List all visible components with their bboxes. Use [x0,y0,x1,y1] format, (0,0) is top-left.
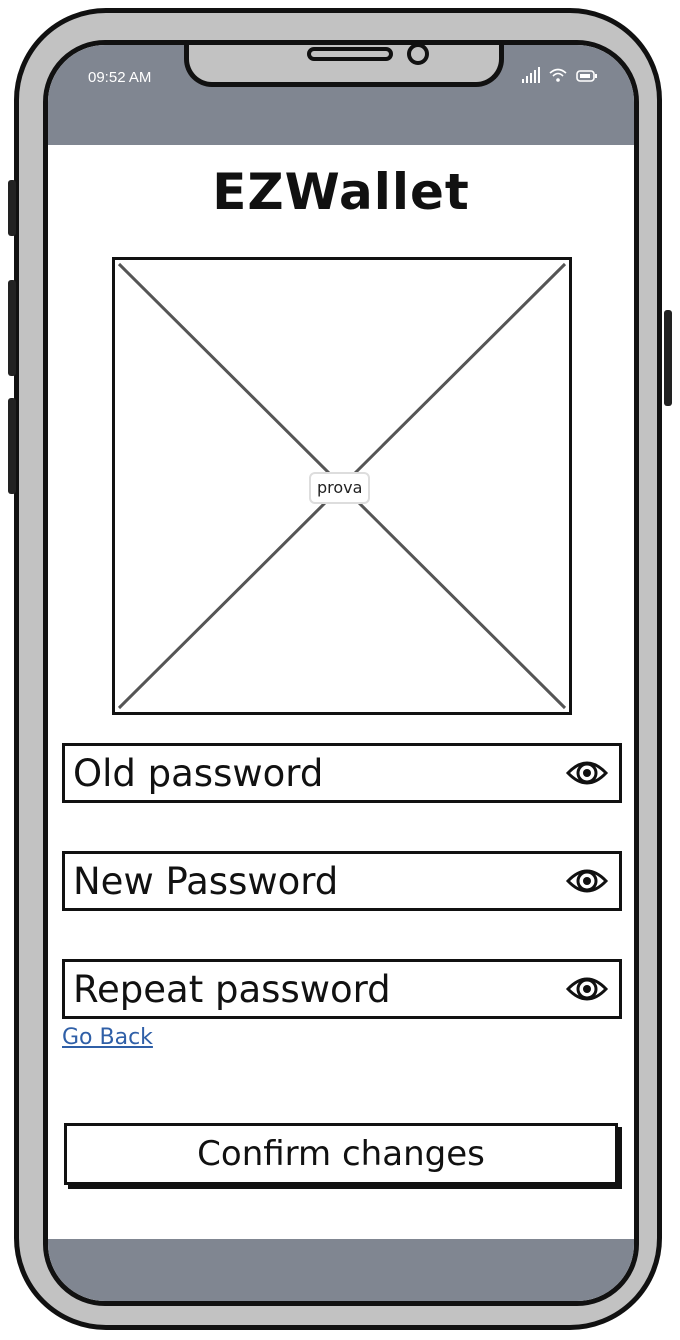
confirm-changes-button[interactable]: Confirm changes [64,1123,618,1185]
phone-side-button [8,280,16,376]
app-title: EZWallet [212,163,470,221]
status-time: 09:52 AM [88,69,152,86]
new-password-input[interactable] [73,854,543,908]
battery-icon [576,69,598,83]
status-icons [522,67,598,83]
speaker-icon [307,47,393,61]
eye-icon[interactable] [565,971,609,1007]
phone-screen: 09:52 AM EZWallet prova Go Back Confirm … [43,40,639,1306]
bottom-bar [48,1239,634,1301]
old-password-field[interactable] [62,743,622,803]
page: 09:52 AM EZWallet prova Go Back Confirm … [0,0,680,1340]
eye-icon[interactable] [565,863,609,899]
phone-notch [184,45,504,87]
phone-side-button [8,398,16,494]
new-password-field[interactable] [62,851,622,911]
camera-icon [407,45,429,65]
repeat-password-input[interactable] [73,962,543,1016]
old-password-input[interactable] [73,746,543,800]
phone-side-button [8,180,16,236]
go-back-link[interactable]: Go Back [62,1025,153,1050]
phone-side-button [664,310,672,406]
image-label: prova [309,472,371,504]
wifi-icon [548,67,568,83]
image-placeholder: prova [112,257,572,715]
repeat-password-field[interactable] [62,959,622,1019]
eye-icon[interactable] [565,755,609,791]
signal-icon [522,67,540,83]
